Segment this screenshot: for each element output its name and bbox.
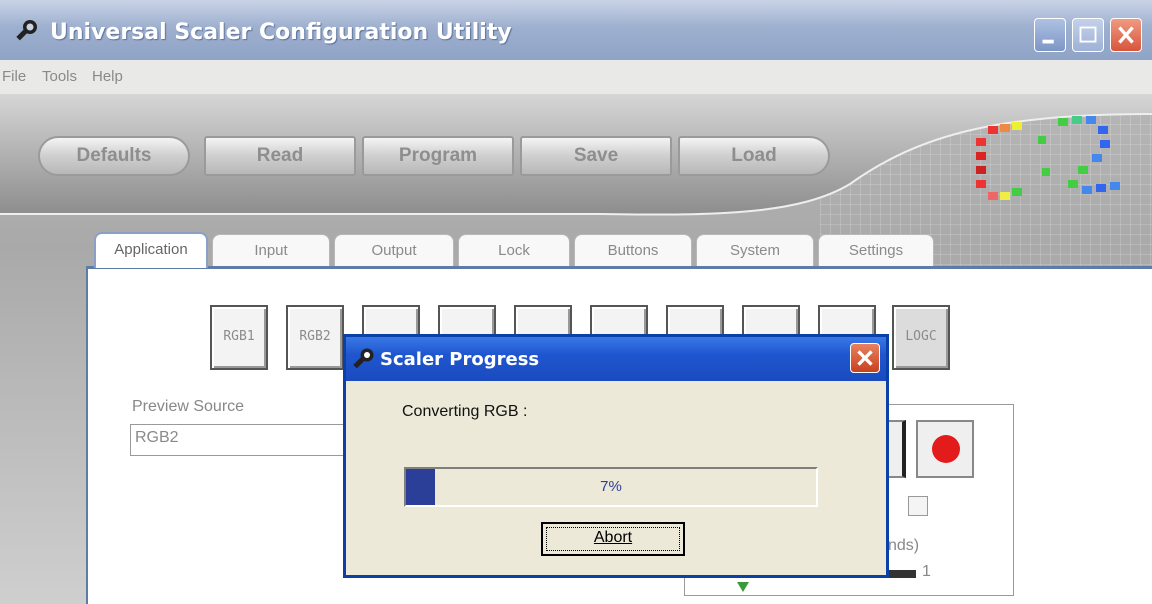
tab-settings[interactable]: Settings: [818, 234, 934, 266]
preview-source-field[interactable]: RGB2: [130, 424, 360, 456]
window-title: Universal Scaler Configuration Utility: [50, 20, 512, 45]
record-button[interactable]: [916, 420, 974, 478]
tab-system[interactable]: System: [696, 234, 814, 266]
dialog-title-bar: Scaler Progress: [346, 337, 886, 381]
source-button-logo[interactable]: LOGC: [892, 305, 950, 370]
record-icon: [932, 435, 960, 463]
seconds-label: nds): [888, 537, 920, 554]
save-button[interactable]: Save: [520, 136, 672, 176]
maximize-icon: [1079, 26, 1097, 43]
close-icon: [857, 350, 873, 366]
menu-file[interactable]: File: [2, 68, 26, 85]
dialog-message: Converting RGB :: [402, 403, 528, 420]
defaults-button[interactable]: Defaults: [38, 136, 190, 176]
scaler-progress-dialog: Scaler Progress Converting RGB : 7% Abor…: [343, 334, 889, 578]
maximize-button[interactable]: [1072, 18, 1104, 52]
close-icon: [1118, 26, 1134, 44]
wrench-icon: [16, 20, 37, 41]
tab-application[interactable]: Application: [94, 232, 208, 268]
slider-track[interactable]: [886, 570, 916, 578]
dialog-title: Scaler Progress: [380, 349, 540, 370]
read-button[interactable]: Read: [204, 136, 356, 176]
progress-label: 7%: [600, 478, 622, 495]
wrench-icon: [353, 348, 374, 369]
abort-button[interactable]: Abort: [541, 522, 685, 556]
program-button[interactable]: Program: [362, 136, 514, 176]
minimize-icon: [1042, 39, 1054, 44]
window-title-bar: Universal Scaler Configuration Utility: [0, 0, 1152, 60]
menu-bar: File Tools Help: [0, 60, 1152, 94]
menu-help[interactable]: Help: [92, 68, 123, 85]
load-button[interactable]: Load: [678, 136, 830, 176]
logo-c2: [976, 116, 1120, 200]
slider-thumb-icon[interactable]: [736, 580, 750, 594]
option-checkbox[interactable]: [908, 496, 928, 516]
progress-bar: 7%: [404, 467, 818, 507]
tab-buttons[interactable]: Buttons: [574, 234, 692, 266]
dialog-close-button[interactable]: [850, 343, 880, 373]
source-button-rgb1[interactable]: RGB1: [210, 305, 268, 370]
abort-label: Abort: [593, 529, 633, 546]
preview-source-label: Preview Source: [132, 398, 245, 415]
source-button-rgb2[interactable]: RGB2: [286, 305, 344, 370]
tab-input[interactable]: Input: [212, 234, 330, 266]
slider-value: 1: [922, 563, 931, 580]
tab-output[interactable]: Output: [334, 234, 454, 266]
menu-tools[interactable]: Tools: [42, 68, 77, 85]
close-button[interactable]: [1110, 18, 1142, 52]
minimize-button[interactable]: [1034, 18, 1066, 52]
tab-lock[interactable]: Lock: [458, 234, 570, 266]
